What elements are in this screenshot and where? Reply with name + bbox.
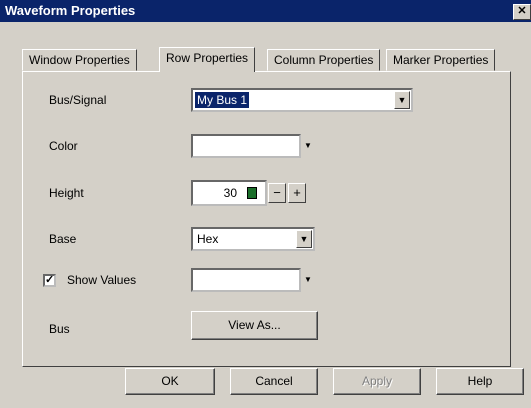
bus-signal-value: My Bus 1 xyxy=(195,92,250,108)
color-label: Color xyxy=(49,139,78,153)
base-label: Base xyxy=(49,232,77,246)
tab-window-properties[interactable]: Window Properties xyxy=(22,49,137,71)
tab-row-properties[interactable]: Row Properties xyxy=(159,47,256,72)
title-bar: Waveform Properties ✕ xyxy=(0,0,531,22)
chevron-down-icon[interactable]: ▼ xyxy=(296,230,312,248)
chevron-down-icon[interactable]: ▼ xyxy=(304,136,312,156)
waveform-properties-dialog: Waveform Properties ✕ Window Properties … xyxy=(0,0,531,408)
chevron-down-icon[interactable]: ▼ xyxy=(394,91,410,109)
tab-marker-properties[interactable]: Marker Properties xyxy=(386,49,496,71)
color-swatch[interactable] xyxy=(191,134,301,158)
show-values-checkbox[interactable]: ✓ xyxy=(43,274,56,287)
cancel-button[interactable]: Cancel xyxy=(230,368,318,395)
height-label: Height xyxy=(49,186,84,200)
chevron-down-icon[interactable]: ▼ xyxy=(304,270,312,290)
check-icon: ✓ xyxy=(45,274,55,286)
ok-button[interactable]: OK xyxy=(125,368,215,395)
tab-column-properties[interactable]: Column Properties xyxy=(267,49,381,71)
close-icon: ✕ xyxy=(517,5,527,17)
show-values-color-swatch[interactable] xyxy=(191,268,301,292)
base-value: Hex xyxy=(197,232,219,246)
height-value: 30 xyxy=(223,186,237,200)
help-button[interactable]: Help xyxy=(436,368,524,395)
row-properties-panel: Bus/Signal My Bus 1 ▼ Color ▼ Height 30 … xyxy=(22,71,511,367)
apply-button[interactable]: Apply xyxy=(333,368,421,395)
show-values-label: Show Values xyxy=(67,273,137,287)
close-button[interactable]: ✕ xyxy=(513,4,531,20)
calculator-icon[interactable] xyxy=(247,187,257,199)
height-increment-button[interactable]: + xyxy=(288,183,306,203)
bus-label: Bus xyxy=(49,322,70,336)
bus-signal-label: Bus/Signal xyxy=(49,93,107,107)
view-as-button[interactable]: View As... xyxy=(191,311,318,340)
window-title: Waveform Properties xyxy=(5,3,136,18)
base-select[interactable]: Hex ▼ xyxy=(191,227,315,251)
height-decrement-button[interactable]: − xyxy=(268,183,286,203)
bus-signal-select[interactable]: My Bus 1 ▼ xyxy=(191,88,413,112)
height-input[interactable]: 30 xyxy=(191,180,267,206)
